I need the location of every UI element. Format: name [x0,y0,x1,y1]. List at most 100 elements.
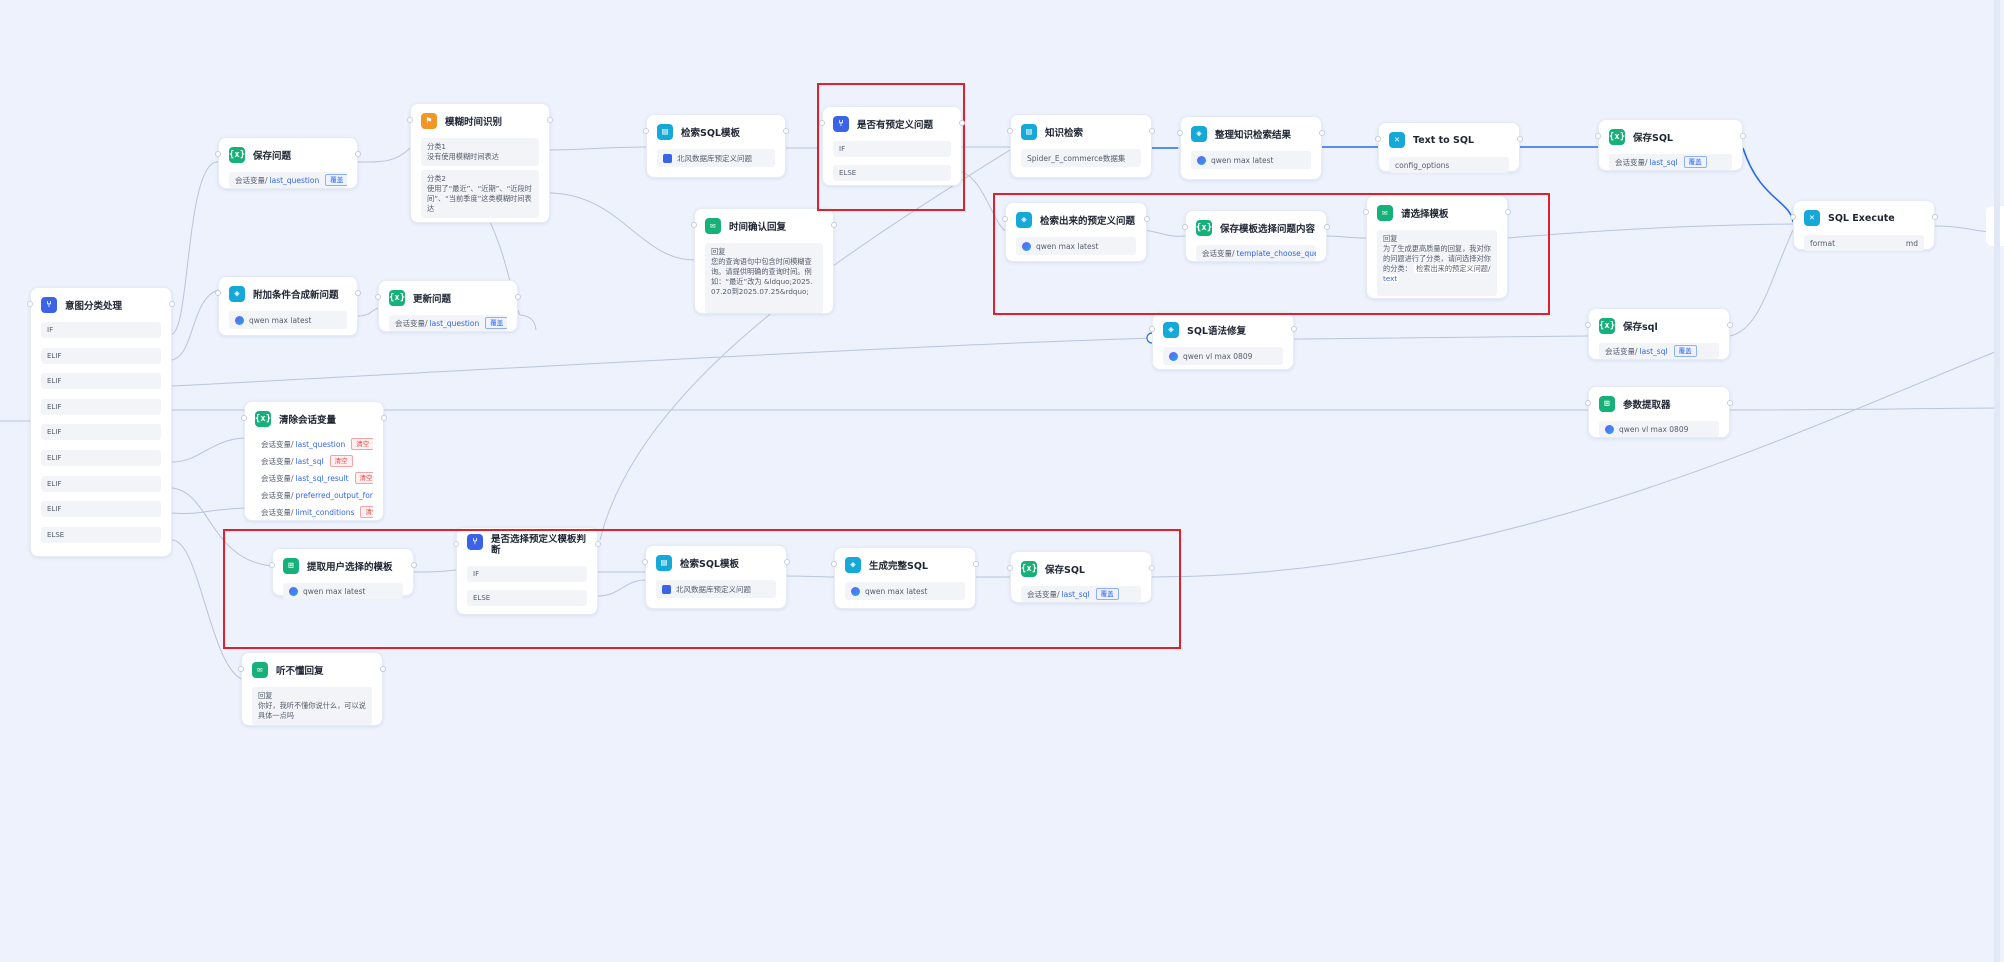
connection-port[interactable] [783,128,789,134]
connection-port[interactable] [411,562,417,568]
edge [171,337,1156,387]
node-param-extractor[interactable]: ⊞ 参数提取器 qwen vl max 0809 [1588,386,1730,438]
connection-port[interactable] [269,562,275,568]
connection-port[interactable] [1932,214,1938,220]
connection-port[interactable] [1291,326,1297,332]
knowledge-row: 北风数据库预定义问题 [657,149,775,167]
connection-port[interactable] [1319,130,1325,136]
connection-port[interactable] [238,666,244,672]
connection-port[interactable] [819,120,825,126]
connection-port[interactable] [1740,133,1746,139]
node-save-sql-top[interactable]: {x} 保存SQL 会话变量/last_sql 覆盖 [1598,119,1743,171]
connection-port[interactable] [1595,133,1601,139]
workflow-canvas[interactable]: ⑂ 意图分类处理 IF ELIF ELIF ELIF ELIF ELIF ELIF ELIF EL… [0,0,2004,962]
param-row: config_options [1389,157,1509,173]
node-title: 整理知识检索结果 [1215,130,1292,141]
connection-port[interactable] [215,290,221,296]
connection-port[interactable] [1149,326,1155,332]
connection-port[interactable] [1149,565,1155,571]
variable-row: 会话变量/last_sql 清空 [255,453,373,469]
connection-port[interactable] [959,120,965,126]
connection-port[interactable] [1007,565,1013,571]
variable-row: 会话变量/last_sql 覆盖 [1609,154,1732,170]
connection-port[interactable] [27,301,33,307]
node-title: 保存sql [1623,322,1658,333]
node-time-confirm-reply[interactable]: ✉ 时间确认回复 回复 您的查询语句中包含时间模糊查询。请提供明确的查询时间。例如：… [694,208,834,314]
question-classifier-icon: ⚑ [421,113,437,129]
connection-port[interactable] [375,294,381,300]
extractor-icon: ⊞ [1599,396,1615,412]
connection-port[interactable] [1144,216,1150,222]
var-name: last_sql_result [295,473,349,483]
connection-port[interactable] [831,561,837,567]
branch-row: ELIF [41,449,161,466]
node-organize-results[interactable]: ◈ 整理知识检索结果 qwen max latest [1180,116,1322,180]
node-search-sql-template[interactable]: ▤ 检索SQL模板 北风数据库预定义问题 [646,114,786,178]
node-knowledge-search[interactable]: ▤ 知识检索 Spider_E_commerce数据集 [1010,114,1152,178]
edge [1151,349,2001,578]
connection-port[interactable] [1363,209,1369,215]
vertical-scrollbar[interactable] [1994,0,2000,962]
connection-port[interactable] [1727,322,1733,328]
node-save-question[interactable]: {x} 保存问题 会话变量/last_question 覆盖 [218,137,358,189]
connection-port[interactable] [642,559,648,565]
connection-port[interactable] [453,541,459,547]
connection-port[interactable] [1585,322,1591,328]
node-not-understood-reply[interactable]: ✉ 听不懂回复 回复 你好，我听不懂你说什么，可以说具体一点吗 [241,652,383,726]
node-sql-fix[interactable]: ◈ SQL语法修复 qwen vl max 0809 [1152,312,1294,370]
edge [171,161,219,335]
connection-port[interactable] [380,666,386,672]
node-append-condition[interactable]: ◈ 附加条件合成新问题 qwen max latest [218,276,358,336]
edge [171,437,245,463]
node-title: 保存SQL [1633,133,1673,144]
connection-port[interactable] [1182,224,1188,230]
model-row: qwen max latest [229,311,347,329]
connection-port[interactable] [643,128,649,134]
connection-port[interactable] [595,541,601,547]
connection-port[interactable] [1790,214,1796,220]
param-value: md [1905,238,1918,248]
edge [547,146,647,151]
connection-port[interactable] [355,290,361,296]
branch-row: ELIF [41,373,161,390]
knowledge-name: Spider_E_commerce数据集 [1027,153,1126,163]
node-title: 参数提取器 [1623,400,1671,411]
connection-port[interactable] [1375,136,1381,142]
node-intent-classifier[interactable]: ⑂ 意图分类处理 IF ELIF ELIF ELIF ELIF ELIF ELIF ELIF EL… [30,287,172,557]
connection-port[interactable] [1505,209,1511,215]
connection-port[interactable] [381,415,387,421]
connection-port[interactable] [784,559,790,565]
connection-port[interactable] [1727,400,1733,406]
mode-tag: 覆盖 [485,317,507,329]
connection-port[interactable] [547,117,553,123]
mode-tag: 覆盖 [1683,156,1707,168]
node-sql-execute[interactable]: ✕ SQL Execute format md [1793,200,1935,251]
connection-port[interactable] [515,294,521,300]
connection-port[interactable] [973,561,979,567]
connection-port[interactable] [691,222,697,228]
node-title: 时间确认回复 [729,222,787,233]
reply-icon: ✉ [252,662,268,678]
connection-port[interactable] [215,151,221,157]
node-text-to-sql[interactable]: ✕ Text to SQL config_options [1378,122,1520,173]
connection-port[interactable] [1585,400,1591,406]
edge [357,307,379,317]
connection-port[interactable] [241,415,247,421]
connection-port[interactable] [1149,128,1155,134]
variable-icon: {x} [229,147,245,163]
connection-port[interactable] [1007,128,1013,134]
node-fuzzy-time[interactable]: ⚑ 模糊时间识别 分类1 没有使用模糊时间表达 分类2 使用了“最近”、“近期”、“近… [410,103,550,223]
connection-port[interactable] [1002,216,1008,222]
node-save-sql-lower[interactable]: {x} 保存sql 会话变量/last_sql 覆盖 [1588,308,1730,360]
connection-port[interactable] [355,151,361,157]
node-title: SQL语法修复 [1187,326,1246,337]
node-update-question[interactable]: {x} 更新问题 会话变量/last_question 覆盖 [378,280,518,332]
node-clear-variables[interactable]: {x} 清除会话变量 会话变量/last_question 清空 会话变量/last_… [244,401,384,521]
connection-port[interactable] [831,222,837,228]
node-title: 清除会话变量 [279,415,337,426]
connection-port[interactable] [407,117,413,123]
connection-port[interactable] [1324,224,1330,230]
connection-port[interactable] [1517,136,1523,142]
connection-port[interactable] [169,301,175,307]
connection-port[interactable] [1177,130,1183,136]
